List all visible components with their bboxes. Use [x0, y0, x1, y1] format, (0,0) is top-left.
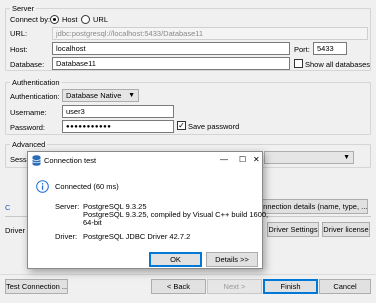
test-connection-button[interactable]: Test Connection ...: [5, 279, 68, 294]
session-select[interactable]: ▼: [264, 151, 354, 164]
connection-test-dialog: Connection test — ☐ ✕ Connected (60 ms) …: [27, 151, 268, 269]
chevron-down-icon: ▼: [128, 92, 135, 99]
password-label: Password:: [10, 123, 46, 132]
server-build: PostgreSQL 9.3.25, compiled by Visual C+…: [83, 210, 269, 219]
url-label: URL:: [10, 29, 28, 38]
host-field[interactable]: localhost: [52, 42, 290, 55]
next-button[interactable]: Next >: [207, 279, 262, 294]
host-radio-label[interactable]: Host: [62, 15, 77, 25]
port-field[interactable]: 5433: [313, 42, 347, 55]
authentication-group-title: Authentication: [10, 78, 62, 87]
username-field[interactable]: user3: [62, 105, 174, 118]
server-arch: 64-bit: [83, 218, 102, 227]
authentication-label: Authentication:: [10, 92, 60, 101]
server-info-label: Server:: [55, 202, 80, 211]
connection-details-button[interactable]: onnection details (name, type, ... ): [256, 199, 368, 214]
driver-label: Driver: [5, 226, 25, 235]
minimize-icon[interactable]: —: [220, 155, 228, 165]
footer-divider: [0, 274, 376, 275]
close-icon[interactable]: ✕: [253, 155, 260, 165]
dialog-titlebar[interactable]: Connection test — ☐ ✕: [28, 152, 262, 169]
chevron-down-icon: ▼: [343, 154, 350, 161]
connect-by-label: Connect by:: [10, 15, 51, 24]
port-label: Port:: [294, 45, 310, 54]
authentication-select-value: Database Native: [66, 91, 122, 100]
info-icon: [36, 180, 49, 195]
show-all-databases-checkbox[interactable]: [294, 59, 303, 68]
maximize-icon[interactable]: ☐: [239, 155, 246, 165]
host-label: Host:: [10, 45, 28, 54]
cancel-button[interactable]: Cancel: [319, 279, 371, 294]
dialog-title: Connection test: [44, 156, 97, 165]
advanced-group-title: Advanced: [10, 140, 48, 149]
server-group-title: Server: [10, 4, 37, 13]
username-label: Username:: [10, 108, 47, 117]
save-password-checkbox[interactable]: ✓: [177, 121, 186, 130]
ok-button[interactable]: OK: [149, 252, 202, 267]
database-field[interactable]: Database11: [52, 57, 290, 70]
dialog-content: Connected (60 ms) Server: PostgreSQL 9.3…: [28, 169, 268, 268]
authentication-select[interactable]: Database Native ▼: [62, 89, 139, 102]
url-radio-label[interactable]: URL: [93, 15, 108, 25]
driver-info-value: PostgreSQL JDBC Driver 42.7.2: [83, 232, 191, 241]
database-icon: [32, 155, 41, 168]
session-label: Sessi: [10, 155, 29, 164]
host-radio[interactable]: [50, 15, 59, 24]
settings-link-fragment[interactable]: C: [5, 203, 10, 213]
status-text: Connected (60 ms): [55, 182, 119, 191]
url-radio[interactable]: [81, 15, 90, 24]
url-field[interactable]: jdbc:postgresql://localhost:5433/Databas…: [52, 27, 368, 40]
database-label: Database:: [10, 60, 45, 69]
details-button[interactable]: Details >>: [206, 252, 258, 267]
driver-info-label: Driver:: [55, 232, 78, 241]
driver-license-button[interactable]: Driver license: [322, 222, 370, 237]
finish-button[interactable]: Finish: [263, 279, 318, 294]
driver-settings-button[interactable]: Driver Settings: [267, 222, 319, 237]
password-field[interactable]: ●●●●●●●●●●●: [62, 120, 174, 133]
show-all-databases-label[interactable]: Show all databases: [305, 60, 370, 70]
save-password-label[interactable]: Save password: [188, 122, 239, 132]
back-button[interactable]: < Back: [151, 279, 206, 294]
